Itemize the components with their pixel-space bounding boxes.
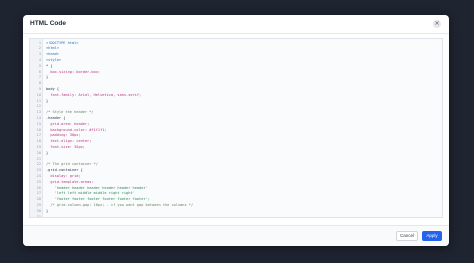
modal-footer: Cancel Apply <box>23 225 449 246</box>
cancel-button[interactable]: Cancel <box>396 231 418 241</box>
line-number: 31 <box>36 214 41 218</box>
apply-button[interactable]: Apply <box>422 231 442 241</box>
code-editor[interactable]: 1 <!DOCTYPE html> 2 <html> 3 <head> 4 <style> 5 *… <box>29 38 443 218</box>
modal-title: HTML Code <box>30 20 66 27</box>
html-code-modal: HTML Code × 1 <!DOCTYPE html> 2 <html> 3 <hea… <box>23 15 449 246</box>
code-line: 31 <box>30 214 442 218</box>
modal-header: HTML Code × <box>23 15 449 34</box>
close-icon[interactable]: × <box>433 20 441 28</box>
